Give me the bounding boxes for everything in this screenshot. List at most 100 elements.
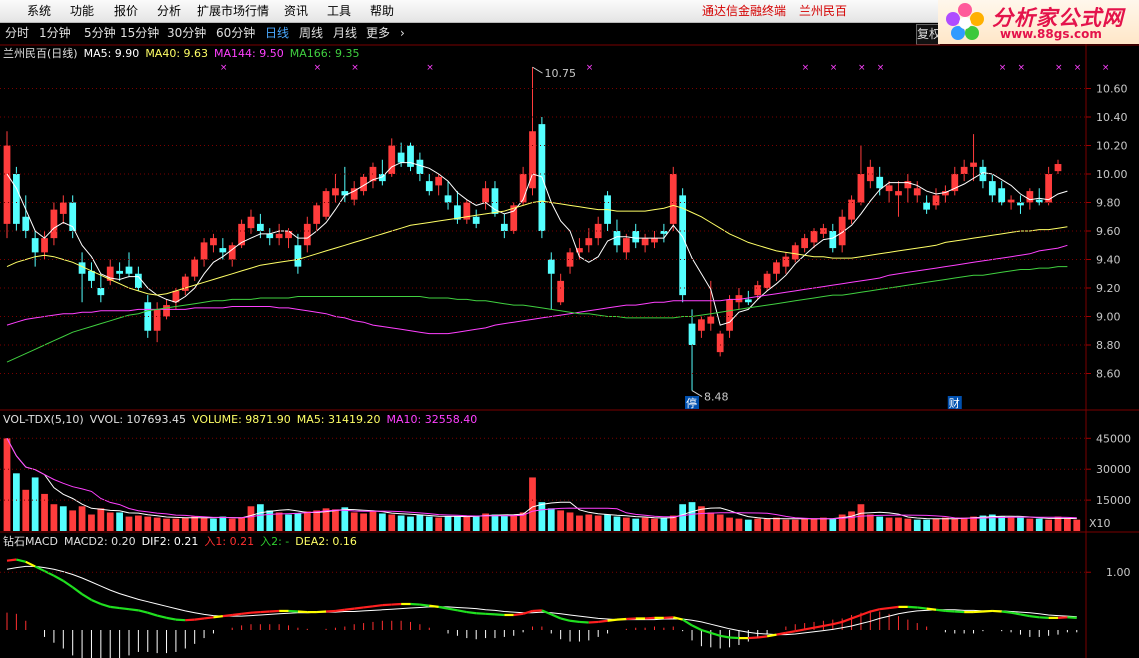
candle-body (116, 270, 123, 274)
dif-line-segment (607, 618, 618, 622)
signal-x-mark: × (1074, 63, 1082, 73)
volume-tick-label: 15000 (1096, 494, 1131, 507)
volume-bar (500, 515, 508, 531)
macd-lines (6, 558, 1078, 658)
dif-line-segment (62, 579, 74, 589)
volume-bar (810, 518, 818, 531)
low-price-label: 8.48 (704, 391, 729, 404)
volume-bar (791, 519, 799, 531)
volume-bar (510, 514, 518, 531)
chart-grid (0, 44, 1139, 658)
volume-bar (285, 514, 292, 531)
dif-line-segment (344, 607, 355, 611)
candle-body (134, 273, 142, 288)
dif-line-segment (156, 614, 167, 619)
candle-body (425, 181, 433, 192)
dif-line-segment (626, 617, 636, 621)
volume-bar (904, 518, 912, 531)
volume-bar (566, 512, 574, 531)
volume-bar (679, 504, 687, 531)
macd-axis: 1.00 (0, 566, 1131, 579)
volume-bar (1045, 519, 1052, 531)
dif-line-segment (419, 603, 430, 607)
volume-bar (895, 517, 902, 531)
volume-bar (397, 515, 405, 531)
price-tick-label: 8.60 (1096, 368, 1121, 381)
dif-line-segment (757, 635, 768, 639)
dif-line-segment (260, 610, 270, 614)
volume-bar (69, 510, 77, 531)
volume-bar (275, 512, 283, 531)
dif-line-segment (203, 616, 214, 620)
candle-body (810, 231, 818, 243)
dif-line-segment (297, 610, 308, 614)
price-tick-label: 10.40 (1096, 111, 1128, 124)
dif-line-segment (1039, 616, 1049, 619)
dif-line-segment (138, 609, 149, 614)
dif-line-segment (598, 619, 608, 624)
dif-line-segment (16, 558, 27, 563)
volume-bar (951, 518, 959, 531)
candle-body (585, 238, 593, 246)
volume-bar (13, 473, 20, 531)
dif-line-segment (1057, 616, 1068, 619)
volume-bar (538, 502, 546, 531)
dif-line-segment (269, 609, 280, 613)
candle-body (247, 216, 255, 229)
volume-bar (59, 506, 67, 531)
dif-line-segment (691, 624, 702, 631)
dif-line-segment (100, 602, 111, 608)
volume-bar (923, 519, 931, 531)
dif-line-segment (870, 608, 880, 613)
dif-line-segment (429, 604, 439, 608)
volume-bar (820, 517, 827, 531)
dif-line-segment (701, 628, 712, 634)
volume-bar (960, 517, 968, 531)
dif-line-segment (522, 609, 533, 615)
signal-x-mark: × (1055, 63, 1063, 73)
volume-bar (801, 518, 809, 531)
candle-body (275, 233, 283, 239)
candle-body (435, 176, 443, 186)
candle-body (41, 238, 48, 253)
volume-bar (1026, 518, 1034, 531)
volume-bar (782, 519, 790, 531)
volume-bar (773, 517, 780, 531)
candle-body (472, 216, 480, 224)
volume-bar (651, 518, 658, 531)
dif-line-segment (560, 617, 571, 622)
volume-bar (416, 514, 424, 531)
volume-bar (360, 513, 367, 531)
stock-chart[interactable]: 8.60 8.80 9.00 9.20 9.40 9.60 9.80 10.00 10.20 10… (0, 0, 1139, 658)
candle-body (688, 323, 696, 345)
volume-bar (228, 518, 236, 531)
candle-body (1026, 191, 1034, 203)
dif-line-segment (81, 593, 93, 601)
dif-line-segment (569, 619, 580, 624)
volume-bar (1007, 517, 1015, 531)
volume-bar (585, 514, 593, 531)
volume-bar (970, 516, 977, 531)
volume-bar (716, 514, 724, 531)
volume-bar (491, 514, 499, 531)
dif-line-segment (476, 612, 486, 615)
candle-body (144, 302, 152, 331)
candle-body (416, 159, 424, 174)
dif-line-segment (832, 620, 843, 626)
volume-bar (1017, 517, 1024, 531)
volume-bar (613, 516, 621, 531)
volume-bar (247, 506, 255, 531)
dif-line-segment (147, 611, 158, 617)
candle-body (547, 259, 555, 274)
signal-x-mark: × (220, 63, 228, 73)
volume-bar (181, 517, 189, 531)
candle-body (848, 199, 855, 220)
dif-line-segment (232, 612, 242, 617)
signal-x-mark: × (426, 63, 434, 73)
dif-line-segment (354, 606, 364, 610)
dif-line-segment (851, 613, 862, 620)
dif-line-segment (945, 609, 955, 613)
volume-bar (210, 518, 217, 531)
candle-body (782, 256, 790, 267)
price-tick-label: 8.80 (1096, 339, 1121, 352)
